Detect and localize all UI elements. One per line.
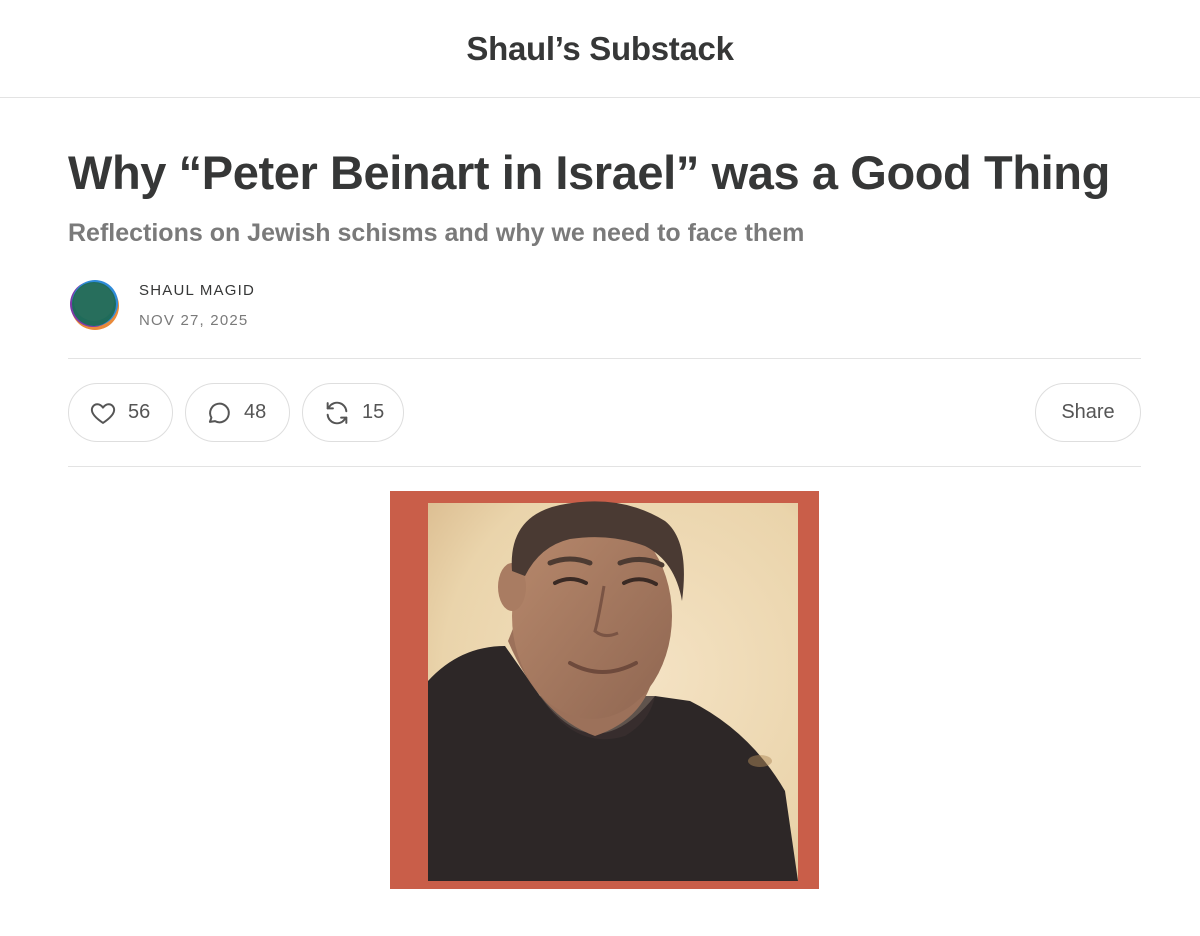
post-subtitle: Reflections on Jewish schisms and why we…: [68, 219, 805, 247]
like-count: 56: [128, 401, 151, 423]
post-hero-image[interactable]: [390, 491, 819, 889]
restack-count: 15: [362, 401, 385, 423]
author-avatar[interactable]: [68, 278, 120, 330]
restack-arrows-icon: [322, 398, 352, 428]
byline: SHAUL MAGID NOV 27, 2025: [68, 278, 468, 334]
share-button[interactable]: Share: [1035, 383, 1141, 442]
comment-button[interactable]: 48: [185, 383, 290, 442]
publication-header: Shaul’s Substack: [0, 0, 1200, 98]
publication-name[interactable]: Shaul’s Substack: [466, 30, 734, 68]
divider: [68, 466, 1141, 467]
restack-button[interactable]: 15: [302, 383, 404, 442]
author-name[interactable]: SHAUL MAGID: [139, 282, 255, 299]
post-title: Why “Peter Beinart in Israel” was a Good…: [68, 146, 1110, 199]
heart-icon: [88, 398, 118, 428]
post-date: NOV 27, 2025: [139, 312, 249, 329]
divider: [68, 358, 1141, 359]
comment-count: 48: [244, 401, 267, 423]
like-button[interactable]: 56: [68, 383, 173, 442]
speech-bubble-icon: [204, 398, 234, 428]
